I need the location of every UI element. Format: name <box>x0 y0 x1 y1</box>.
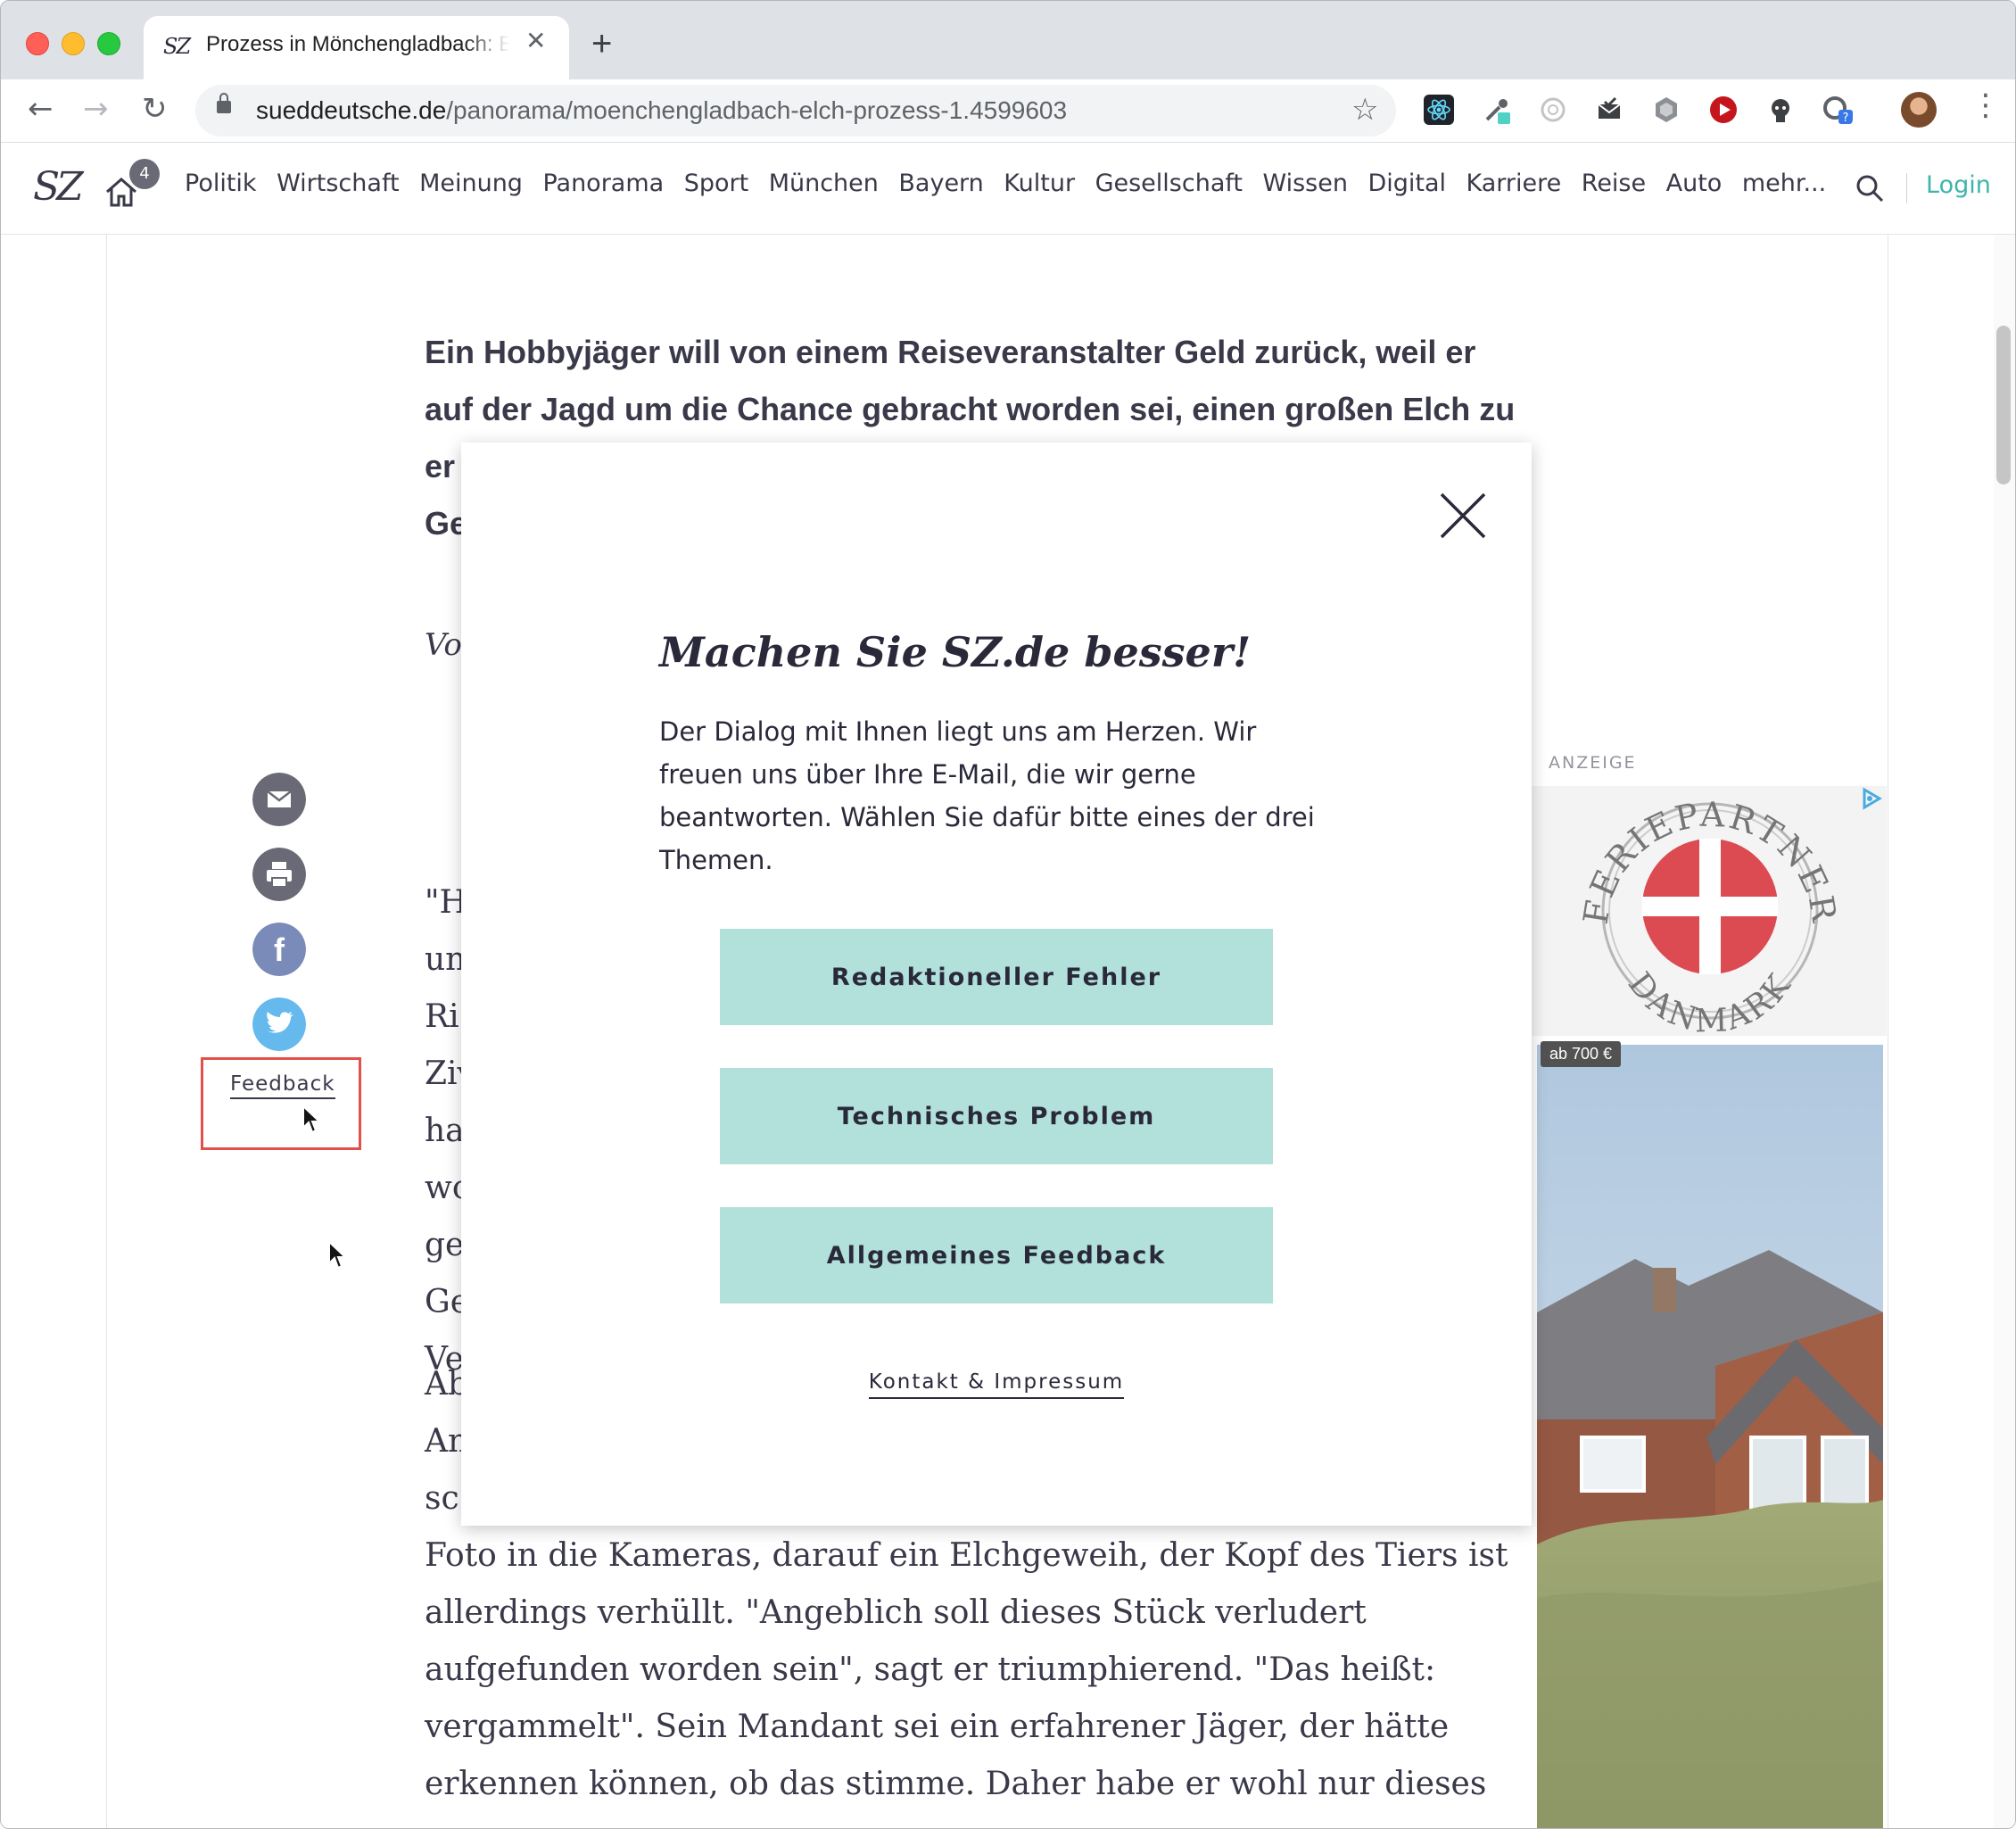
contact-imprint-wrapper: Kontakt & Impressum <box>461 1370 1532 1399</box>
new-tab-button[interactable]: + <box>591 26 612 62</box>
eyedropper-icon[interactable] <box>1482 95 1512 125</box>
technical-problem-button[interactable]: Technisches Problem <box>720 1068 1273 1164</box>
tab-title: Prozess in Mönchengladbach: Elch <box>206 32 509 56</box>
address-bar[interactable]: sueddeutsche.de/panorama/moenchengladbac… <box>195 85 1396 137</box>
lock-icon <box>217 93 231 113</box>
browser-toolbar: ← → ↻ sueddeutsche.de/panorama/moencheng… <box>1 79 2015 143</box>
help-badge-icon[interactable]: ? <box>1822 95 1853 125</box>
ring-icon[interactable] <box>1538 95 1568 125</box>
general-feedback-button[interactable]: Allgemeines Feedback <box>720 1207 1273 1303</box>
profile-avatar[interactable] <box>1901 92 1937 128</box>
svg-text:?: ? <box>1843 112 1849 125</box>
mail-check-icon[interactable] <box>1594 95 1624 125</box>
minimize-window-button[interactable] <box>62 32 85 55</box>
browser-tab-active[interactable]: SZ Prozess in Mönchengladbach: Elch ✕ <box>144 16 569 79</box>
browser-menu-icon[interactable]: ⋮ <box>1971 90 2001 120</box>
maximize-window-button[interactable] <box>97 32 120 55</box>
close-icon[interactable] <box>1436 489 1490 542</box>
contact-imprint-link[interactable]: Kontakt & Impressum <box>868 1370 1125 1399</box>
octocat-icon[interactable] <box>1765 95 1796 125</box>
dialog-description: Der Dialog mit Ihnen liegt uns am Herzen… <box>659 716 1315 875</box>
tab-strip: SZ Prozess in Mönchengladbach: Elch ✕ + <box>1 1 2015 79</box>
url-text[interactable]: sueddeutsche.de/panorama/moenchengladbac… <box>256 96 1067 125</box>
editorial-error-button[interactable]: Redaktioneller Fehler <box>720 929 1273 1025</box>
reload-button[interactable]: ↻ <box>142 94 168 124</box>
url-host: sueddeutsche.de <box>256 96 447 124</box>
tab-close-icon[interactable]: ✕ <box>525 29 546 54</box>
browser-window: SZ Prozess in Mönchengladbach: Elch ✕ + … <box>0 0 2016 1829</box>
hexagon-icon[interactable] <box>1651 95 1681 125</box>
close-window-button[interactable] <box>26 32 49 55</box>
react-devtools-icon[interactable] <box>1424 95 1454 125</box>
dialog-title: Machen Sie SZ.de besser! <box>659 628 1252 676</box>
back-button[interactable]: ← <box>28 94 54 124</box>
modal-overlay: Machen Sie SZ.de besser! Der Dialog mit … <box>1 143 2015 1828</box>
forward-button[interactable]: → <box>83 94 109 124</box>
bookmark-star-icon[interactable]: ☆ <box>1351 92 1378 128</box>
play-red-icon[interactable] <box>1708 95 1739 125</box>
url-path: /panorama/moenchengladbach-elch-prozess-… <box>446 96 1068 124</box>
sz-favicon-icon: SZ <box>163 34 191 59</box>
page-viewport: SZ 4 Politik Wirtschaft Meinung Panorama… <box>1 143 2015 1828</box>
feedback-dialog: Machen Sie SZ.de besser! Der Dialog mit … <box>461 443 1532 1526</box>
